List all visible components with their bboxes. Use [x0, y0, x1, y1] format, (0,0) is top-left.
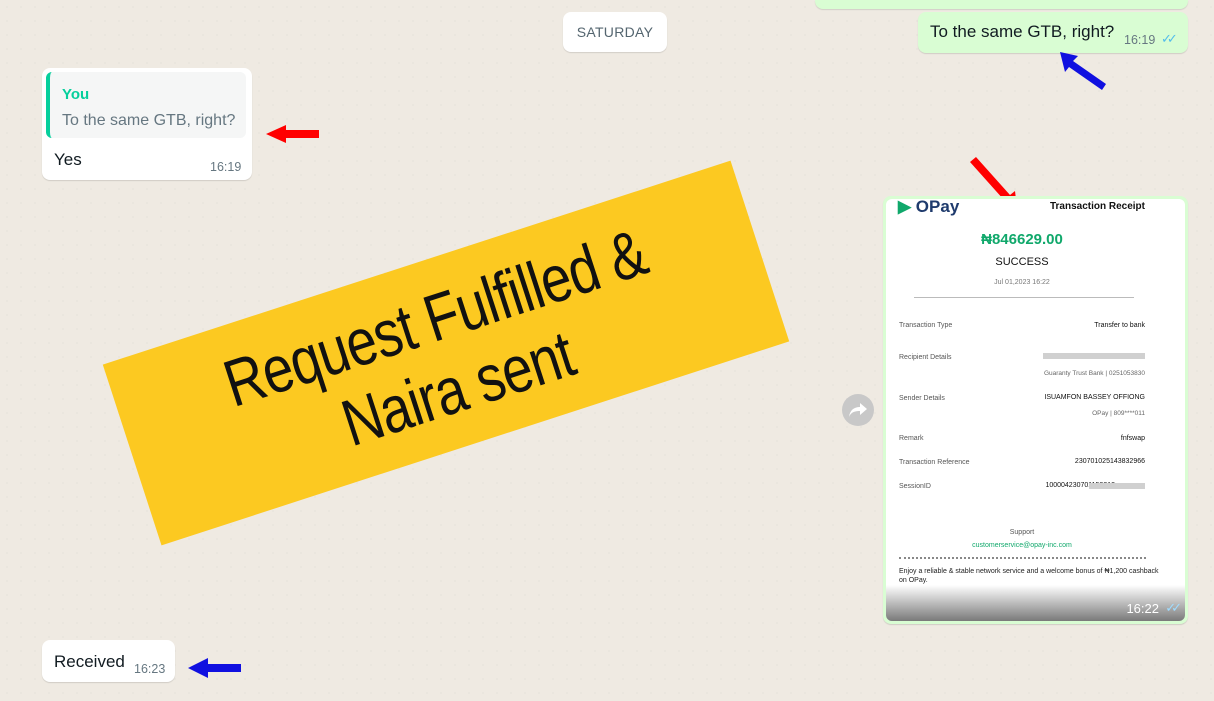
row-subvalue: Guaranty Trust Bank | 0251053830: [1043, 370, 1145, 377]
row-subvalue: OPay | 809****011: [1092, 410, 1145, 417]
opay-logo: ▶ OPay: [898, 199, 959, 217]
row-value: fnfswap: [1120, 435, 1145, 442]
receipt-image[interactable]: ▶ OPay Transaction Receipt ₦846629.00 SU…: [886, 199, 1185, 621]
message-time: 16:19: [1124, 33, 1156, 47]
outgoing-image-bubble[interactable]: ▶ OPay Transaction Receipt ₦846629.00 SU…: [883, 196, 1188, 624]
row-value: 230701025143832966: [1074, 458, 1145, 465]
incoming-reply-bubble[interactable]: You To the same GTB, right? Yes 16:19: [42, 68, 252, 180]
double-check-icon: ✓✓: [1161, 31, 1178, 46]
blue-arrow-icon: [188, 658, 241, 678]
row-label: SessionID: [899, 483, 931, 490]
redacted-recipient-name: [1043, 353, 1145, 359]
message-text: Received: [54, 652, 125, 671]
message-text: To the same GTB, right?: [930, 22, 1115, 41]
row-value: Transfer to bank: [1094, 322, 1145, 329]
previous-message-bubble[interactable]: [815, 0, 1188, 9]
message-time: 16:19: [210, 160, 242, 174]
row-value: ISUAMFON BASSEY OFFIONG: [1044, 394, 1145, 401]
incoming-message-bubble[interactable]: Received 16:23: [42, 640, 175, 682]
receipt-status: SUCCESS: [995, 256, 1049, 268]
receipt-dotted-divider: [899, 557, 1146, 559]
redacted-session-id: [1089, 483, 1145, 489]
row-label: Sender Details: [899, 395, 945, 402]
receipt-promo-text: Enjoy a reliable & stable network servic…: [899, 568, 1159, 584]
forward-icon: [849, 403, 867, 417]
row-label: Transaction Type: [899, 322, 953, 329]
row-label: Remark: [899, 435, 924, 442]
red-arrow-icon: [266, 125, 319, 143]
quote-author: You: [62, 86, 90, 103]
support-label: Support: [1009, 529, 1035, 536]
double-check-icon: ✓✓: [1165, 600, 1182, 615]
opay-logo-text: OPay: [915, 199, 960, 216]
receipt-divider: [914, 297, 1134, 298]
receipt-amount: ₦846629.00: [981, 231, 1063, 248]
row-label: Recipient Details: [899, 354, 952, 361]
opay-logo-mark: ▶: [898, 199, 916, 216]
forward-button[interactable]: [842, 394, 874, 426]
blue-arrow-icon: [1060, 52, 1106, 90]
quote-text: To the same GTB, right?: [62, 112, 236, 129]
receipt-title: Transaction Receipt: [1049, 201, 1145, 212]
date-divider-chip: SATURDAY: [563, 12, 667, 52]
support-email: customerservice@opay-inc.com: [972, 542, 1072, 549]
receipt-date: Jul 01,2023 16:22: [994, 279, 1050, 286]
outgoing-message-bubble[interactable]: To the same GTB, right? 16:19 ✓✓: [918, 12, 1188, 53]
message-text: Yes: [54, 150, 82, 169]
quoted-message[interactable]: You To the same GTB, right?: [46, 72, 246, 138]
message-time: 16:23: [134, 662, 166, 676]
message-time: 16:22: [1126, 601, 1159, 616]
date-divider-label: SATURDAY: [576, 24, 654, 40]
row-label: Transaction Reference: [899, 459, 970, 466]
